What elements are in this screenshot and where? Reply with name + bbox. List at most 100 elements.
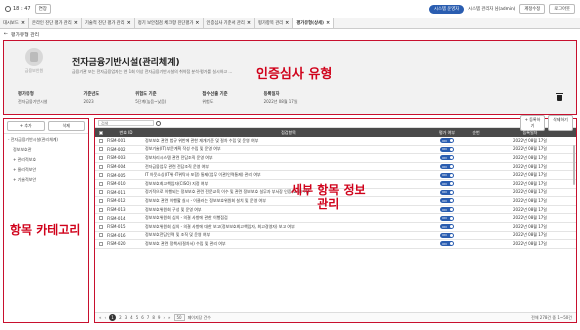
row-checkbox[interactable] [99,224,103,229]
use-toggle[interactable]: ON [440,232,454,238]
tree-item[interactable]: + 물리적보안 [8,167,84,173]
delete-category-button[interactable]: 삭제 [47,121,85,131]
row-checkbox[interactable] [99,147,103,152]
item-title[interactable]: 정보보호최고책임자(CISO) 지정 여부 [145,181,432,187]
row-checkbox-cell [95,147,107,152]
tree-item-root[interactable]: - 전자금융기반시설(관리체계) [8,137,84,143]
row-checkbox[interactable] [99,155,103,160]
tab-eval-type-detail[interactable]: 평가유형(상세) × [293,18,335,28]
use-toggle[interactable]: ON [440,224,454,230]
page-size-select[interactable]: 50 [173,314,185,321]
page-size-label: 페이지당 건수 [187,314,211,320]
row-checkbox[interactable] [99,173,103,178]
close-icon[interactable]: × [74,20,78,26]
tab-cert-standard[interactable]: 인증심사 기준서 관리 × [204,18,256,28]
table-row[interactable]: FISM-015 정보보호위원회 심의 - 의결 사항에 대한 보고(정보보호최고… [95,223,576,232]
use-toggle[interactable]: ON [440,207,454,213]
row-checkbox[interactable] [99,181,103,186]
item-title[interactable]: 정보보호위원회 구성 및 운영 여부 [145,207,432,213]
table-row[interactable]: FISM-004 전자금융업무 관련 전담조직 운영 여부 ON 2022년 08월 … [95,163,576,172]
page-number[interactable]: 6 [141,315,144,320]
close-icon[interactable]: × [127,20,131,26]
tree-item[interactable]: + 관리적보호 [8,157,84,163]
tree-item[interactable]: + 기술적보안 [8,177,84,183]
prev-page-icon[interactable]: ‹ [104,315,106,320]
item-title[interactable]: 정보보호위원회 심의 - 의결 사항에 대한 보고(정보보호최고책임자, 최고경… [145,224,432,230]
cert-info-panel: 금융보안원 전자금융기반시설(관리체계) 금융기관 또는 전자금융업자는 연 1… [3,40,577,115]
row-checkbox[interactable] [99,241,103,246]
tab-technical-diagnosis[interactable]: 기술적 진단 평가 관리 × [82,18,135,28]
first-page-icon[interactable]: « [99,315,101,320]
item-id: FISM-015 [107,224,126,230]
use-toggle[interactable]: ON [440,189,454,195]
row-checkbox[interactable] [99,198,103,203]
page-number[interactable]: 2 [119,315,122,320]
item-title[interactable]: 정기적으로 이행되는 정보보호 관련 전문교육 이수 및 관련 정보보호 실무자… [145,189,432,195]
table-row[interactable]: FISM-014 정보보호위원회 심의 - 의결 사항에 관한 이행점검 ON 202… [95,214,576,223]
row-checkbox[interactable] [99,190,103,195]
page-number[interactable]: 7 [147,315,150,320]
item-title[interactable]: 전자금융업무 관련 전담조직 운영 여부 [145,164,432,170]
row-checkbox-cell [95,216,107,221]
row-checkbox[interactable] [99,233,103,238]
page-title: 평가유형 관리 [11,33,40,38]
close-icon[interactable]: × [326,20,330,26]
row-checkbox[interactable] [99,207,103,212]
tab-online-diagnosis[interactable]: 온라인 진단 평가 관리 × [29,18,82,28]
use-toggle[interactable]: ON [440,164,454,170]
close-icon[interactable]: × [247,20,251,26]
item-title[interactable]: 정보보호 관련 정책서(절차서) 수립 및 관리 여부 [145,241,432,247]
row-checkbox[interactable] [99,216,103,221]
add-category-button[interactable]: + 추가 [7,121,45,131]
item-title[interactable]: 정보처리시스템 관련 전담조직 운영 여부 [145,155,432,161]
page-number[interactable]: 8 [152,315,155,320]
search-input[interactable] [98,120,154,126]
page-number[interactable]: 3 [125,315,128,320]
page-number[interactable]: 1 [109,314,117,321]
use-toggle[interactable]: ON [440,138,454,144]
use-toggle[interactable]: ON [440,181,454,187]
table-row[interactable]: FISM-003 정보처리시스템 관련 전담조직 운영 여부 ON 2022년 08월… [95,154,576,163]
logout-button[interactable]: 로그아웃 [549,4,575,14]
use-toggle[interactable]: ON [440,172,454,178]
page-number[interactable]: 4 [130,315,133,320]
tree-item[interactable]: 정보보호관 [8,147,84,153]
page-number[interactable]: 5 [136,315,139,320]
table-row[interactable]: FISM-020 정보보호 관련 정책서(절차서) 수립 및 관리 여부 ON 202… [95,240,576,249]
tab-regular-check[interactable]: 정기 보안점검 체크항 진단평가 × [135,18,204,28]
table-row[interactable]: FISM-005 IT 아웃소싱(IT위·IT위탁사 포함) 통제(업무 이관/인… [95,171,576,180]
tab-dashboard[interactable]: 대시보드 × [0,18,30,28]
item-title[interactable]: 정보보호위원회 심의 - 의결 사항에 관한 이행점검 [145,215,432,221]
trash-icon[interactable] [556,93,563,101]
close-icon[interactable]: × [195,20,199,26]
item-id: FISM-003 [107,155,126,161]
scrollbar[interactable] [573,145,575,185]
row-checkbox[interactable] [99,138,103,143]
row-checkbox[interactable] [99,164,103,169]
item-title[interactable]: 정보보호 관련 법규 위반에 관한 재개기준 및 절차 수립 및 운영 여부 [145,138,432,144]
extend-session-button[interactable]: 연장 [34,4,51,14]
table-row[interactable]: FISM-002 정보기술(IT)부문계획 작성 수립 및 운영 여부 ON 2022… [95,146,576,155]
search-icon[interactable] [156,120,161,126]
table-row[interactable]: FISM-016 정보보호전담인력 및 조직 및 운영 여부 ON 2022년 08월… [95,232,576,241]
use-toggle[interactable]: ON [440,146,454,152]
next-page-icon[interactable]: › [163,315,165,320]
tab-eval-items[interactable]: 평가항목 관리 × [255,18,294,28]
item-title[interactable]: 정보보호 관련 이행활 실시 - 이클러는 정보보호위원회 설치 및 운영 여부 [145,198,432,204]
close-icon[interactable]: × [21,20,25,26]
use-toggle[interactable]: ON [440,241,454,247]
back-arrow-icon[interactable]: ← [4,32,8,37]
close-icon[interactable]: × [285,20,289,26]
use-toggle[interactable]: ON [440,155,454,161]
account-edit-button[interactable]: 계정수정 [519,4,546,14]
last-page-icon[interactable]: » [168,315,170,320]
item-title[interactable]: 정보기술(IT)부문계획 작성 수립 및 운영 여부 [145,146,432,152]
select-all-checkbox[interactable] [99,130,103,135]
page-number[interactable]: 9 [158,315,161,320]
header-checkbox-cell [95,130,107,135]
use-toggle[interactable]: ON [440,198,454,204]
table-row[interactable]: FISM-001 정보보호 관련 법규 위반에 관한 재개기준 및 절차 수립 및… [95,137,576,146]
item-title[interactable]: IT 아웃소싱(IT위·IT위탁사 포함) 통제(업무 이관/인력통제) 관리 … [145,172,432,178]
use-toggle[interactable]: ON [440,215,454,221]
item-title[interactable]: 정보보호전담인력 및 조직 및 운영 여부 [145,232,432,238]
